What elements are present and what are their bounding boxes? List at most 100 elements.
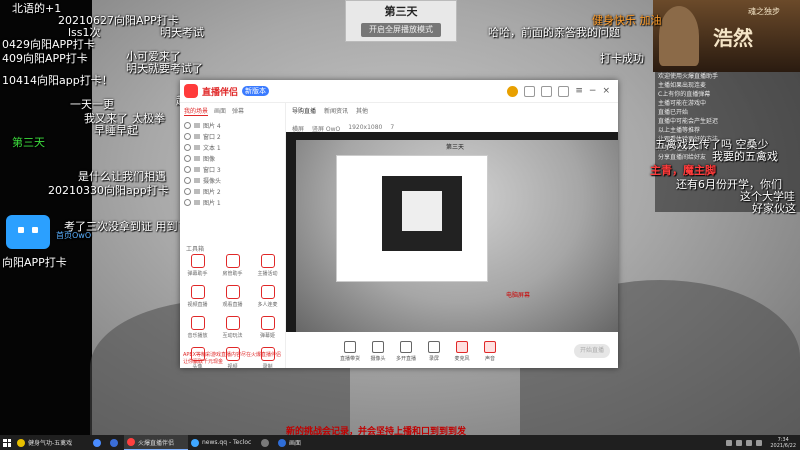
tab-my-scene[interactable]: 我的场景 xyxy=(184,106,209,116)
menu-icon[interactable]: ≡ xyxy=(575,86,583,96)
scene-item[interactable]: 图像 xyxy=(180,153,285,164)
tool-room-admin[interactable]: 房管助手 xyxy=(215,254,250,277)
app-icon xyxy=(278,438,286,447)
taskbar-item[interactable] xyxy=(258,435,275,450)
danmaku-text: 打卡成功 xyxy=(600,52,644,65)
toolbar-camera[interactable]: 摄像头 xyxy=(364,340,392,362)
tool-watch-live[interactable]: 观看直播 xyxy=(215,285,250,308)
eye-icon xyxy=(18,227,24,233)
user-avatar[interactable] xyxy=(507,85,519,97)
monitor-icon xyxy=(194,189,200,194)
scene-item[interactable]: 图片 1 xyxy=(180,197,285,208)
toolbar-label: 多开直播 xyxy=(395,355,416,362)
danmaku-text: 明天就要考试了 xyxy=(126,62,203,75)
tab-danmaku[interactable]: 弹幕 xyxy=(232,106,244,116)
danmaku-username: 首页OwO xyxy=(56,231,92,240)
clock[interactable]: 7:34 2021/6/22 xyxy=(770,437,796,449)
toolbar-multi-live[interactable]: 多开直播 xyxy=(392,340,420,362)
toolbar-microphone[interactable]: 麦克风 xyxy=(448,340,476,362)
tool-video-live[interactable]: 视频直播 xyxy=(180,285,215,308)
eye-icon[interactable] xyxy=(184,155,191,162)
tool-multi-link[interactable]: 多人连麦 xyxy=(250,285,285,308)
monitor-icon xyxy=(194,178,200,183)
volume-icon[interactable] xyxy=(746,439,753,446)
eye-icon[interactable] xyxy=(184,199,191,206)
eye-icon xyxy=(32,227,38,233)
tool-label: 观看直播 xyxy=(222,302,243,308)
gift-icon[interactable] xyxy=(524,85,536,97)
taskbar-item[interactable]: 健身气功-五禽戏 xyxy=(14,435,90,450)
tool-danmaku-ji[interactable]: 弹幕姬 xyxy=(250,316,285,339)
preview-scene: 第三天 电脑屏幕 xyxy=(296,140,618,332)
toolbar-sound[interactable]: 声音 xyxy=(476,340,504,362)
start-button[interactable] xyxy=(0,435,14,450)
game-poster: 魂之独步 浩然 xyxy=(653,0,800,72)
taskbar-item[interactable]: 画面 xyxy=(275,435,311,450)
network-icon[interactable] xyxy=(736,439,743,446)
tool-label: 互动玩法 xyxy=(222,333,243,339)
minimize-icon[interactable]: − xyxy=(589,86,597,96)
tool-danmaku-helper[interactable]: 弹幕助手 xyxy=(180,254,215,277)
toolbar-record[interactable]: 录屏 xyxy=(420,340,448,362)
tool-interact[interactable]: 互动玩法 xyxy=(215,316,250,339)
main-tab[interactable]: 导购直播 xyxy=(292,106,316,118)
scene-item-label: 摄像头 xyxy=(203,178,222,185)
scene-item[interactable]: 窗口 2 xyxy=(180,131,285,142)
scene-item-label: 文本 1 xyxy=(203,145,221,152)
scene-item[interactable]: 文本 1 xyxy=(180,142,285,153)
promo-notice[interactable]: APEX等精彩游戏直播内容尽在火爆直播伴侣 让你赢取千元现金 xyxy=(180,348,285,368)
fullscreen-mode-button[interactable]: 开启全屏播放模式 xyxy=(361,23,441,37)
eye-icon[interactable] xyxy=(184,122,191,129)
close-icon[interactable]: × xyxy=(602,86,610,96)
scene-item-label: 图片 4 xyxy=(203,123,221,130)
tool-label: 音乐播放 xyxy=(187,333,208,339)
preview-day-label: 第三天 xyxy=(446,144,465,151)
nested-window-deep xyxy=(402,191,442,231)
eye-icon[interactable] xyxy=(184,166,191,173)
toolbar-live-shop[interactable]: 直播带货 xyxy=(336,340,364,362)
stream-title-card: 第三天 开启全屏播放模式 xyxy=(345,0,457,42)
scene-item[interactable]: 图片 4 xyxy=(180,120,285,131)
taskbar-item[interactable]: news.qq - Tecloc xyxy=(188,435,258,450)
main-tab[interactable]: 其他 xyxy=(356,106,368,118)
scene-item-label: 图片 2 xyxy=(203,189,221,196)
scene-item[interactable]: 窗口 3 xyxy=(180,164,285,175)
eye-icon[interactable] xyxy=(184,133,191,140)
scene-item[interactable]: 摄像头 xyxy=(180,175,285,186)
taskbar-item[interactable] xyxy=(107,435,124,450)
eye-icon[interactable] xyxy=(184,188,191,195)
danmaku-ji-icon xyxy=(260,316,275,330)
windows-logo-icon xyxy=(3,438,11,447)
start-live-button[interactable]: 开始直播 xyxy=(574,344,610,358)
toolbar-label: 录屏 xyxy=(428,355,439,362)
settings-icon[interactable] xyxy=(558,85,570,97)
taskbar-item-label: 健身气功-五禽戏 xyxy=(28,440,73,447)
monitor-icon xyxy=(194,200,200,205)
tab-picture[interactable]: 画面 xyxy=(214,106,226,116)
music-icon xyxy=(190,316,205,330)
poster-title: 浩然 xyxy=(713,26,753,50)
ime-icon[interactable] xyxy=(756,439,763,446)
eye-icon[interactable] xyxy=(184,144,191,151)
taskbar-item-label: 火爆直播伴侣 xyxy=(138,439,175,447)
taskbar-item[interactable] xyxy=(90,435,107,450)
taskbar-item[interactable]: 火爆直播伴侣 xyxy=(124,435,188,450)
app-header: 直播伴侣 新版本 ≡ − × xyxy=(180,80,618,103)
main-tab[interactable]: 新闻资讯 xyxy=(324,106,348,118)
monitor-icon xyxy=(194,145,200,150)
taskbar-item-label: 画面 xyxy=(289,440,302,447)
danmaku-text: 好家伙这 xyxy=(752,202,796,215)
live-companion-window[interactable]: 直播伴侣 新版本 ≡ − × 我的场景 画面 弹幕 图片 4 窗口 2 文本 1… xyxy=(180,80,618,370)
scene-item-label: 窗口 2 xyxy=(203,134,221,141)
chrome-icon xyxy=(17,438,25,447)
monitor-icon xyxy=(194,167,200,172)
stream-preview[interactable]: 第三天 电脑屏幕 xyxy=(286,132,618,332)
tool-music[interactable]: 音乐播放 xyxy=(180,316,215,339)
scene-item[interactable]: 图片 2 xyxy=(180,186,285,197)
tray-icon[interactable] xyxy=(726,439,733,446)
message-icon[interactable] xyxy=(541,85,553,97)
eye-icon[interactable] xyxy=(184,177,191,184)
toolbar-label: 麦克风 xyxy=(454,355,470,362)
system-tray: 7:34 2021/6/22 xyxy=(726,437,800,449)
tool-streamer-event[interactable]: 主播活动 xyxy=(250,254,285,277)
